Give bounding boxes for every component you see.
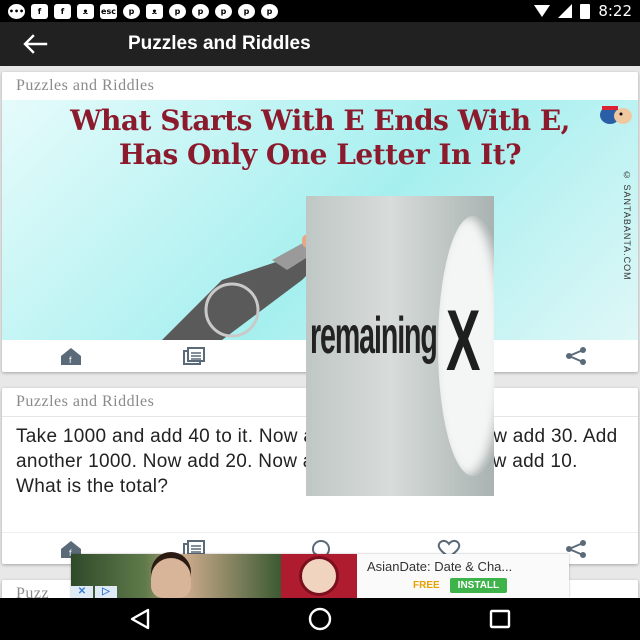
esc-icon: esc [100,3,117,19]
banner-ad-title: AsianDate: Date & Cha... [367,559,513,574]
navigation-bar [0,598,640,640]
banner-ad-free-label: FREE [413,580,440,591]
ad-choices[interactable]: ✕ ▷ [71,586,121,598]
pinterest-icon: p [238,3,255,19]
home-circle-icon [308,607,332,631]
notification-icons: ••• f f ᴥ esc p ᴥ p p p p p [8,3,278,19]
mascot-logo [600,106,632,124]
pinterest-icon: p [192,3,209,19]
nav-back-button[interactable] [120,606,160,632]
screen: ••• f f ᴥ esc p ᴥ p p p p p 8:22 Puzzles… [0,0,640,640]
share-icon [566,347,586,365]
nav-recents-button[interactable] [480,606,520,632]
back-triangle-icon [130,608,150,630]
cat-icon: ᴥ [146,3,163,19]
arrow-left-icon [23,34,48,54]
signal-icon [558,4,573,18]
recents-square-icon [489,609,511,629]
clock: 8:22 [598,2,632,20]
overlay-ad-text: remaining [310,307,438,365]
share-facebook-button[interactable]: f [57,344,85,368]
headline-line-1: What Starts With E Ends With E, [70,104,570,137]
banner-ad-person [151,558,191,598]
pinterest-icon: p [215,3,232,19]
status-bar: ••• f f ᴥ esc p ᴥ p p p p p 8:22 [0,0,640,22]
copy-icon [183,347,205,365]
banner-ad-info: AsianDate: Date & Cha... FREE INSTALL [357,559,569,593]
cat-icon: ᴥ [77,3,94,19]
banner-ad-cta-row: FREE INSTALL [367,578,569,593]
battery-icon [580,3,591,19]
pinterest-icon: p [169,3,186,19]
back-button[interactable] [0,22,70,66]
pinterest-icon: p [261,3,278,19]
wifi-icon [534,5,551,17]
app-title: Puzzles and Riddles [128,33,311,54]
pinterest-icon: p [123,3,140,19]
card-header: Puzzles and Riddles [16,77,155,94]
image-watermark: © SANTABANTA.COM [622,170,632,281]
status-right: 8:22 [534,2,632,20]
copy-button[interactable] [180,344,208,368]
ad-close-icon[interactable]: ✕ [71,586,93,598]
ad-choices-icon[interactable]: ▷ [95,586,117,598]
headline-line-2: Has Only One Letter In It? [118,138,522,171]
banner-ad-app-icon-face [299,556,339,596]
facebook-icon: f [31,3,48,19]
message-icon: ••• [8,3,25,19]
nav-home-button[interactable] [300,606,340,632]
facebook-home-icon: f [61,348,81,365]
banner-ad[interactable]: AsianDate: Date & Cha... FREE INSTALL [71,554,569,598]
facebook-icon: f [54,3,71,19]
overlay-ad[interactable]: remaining X [306,196,494,496]
riddle-image-headline: What Starts With E Ends With E, Has Only… [2,104,638,172]
banner-ad-install-button[interactable]: INSTALL [449,578,508,593]
app-bar: Puzzles and Riddles [0,22,640,66]
share-button[interactable] [562,344,590,368]
banner-ad-app-icon [281,554,357,598]
overlay-close-button[interactable]: X [446,292,480,391]
